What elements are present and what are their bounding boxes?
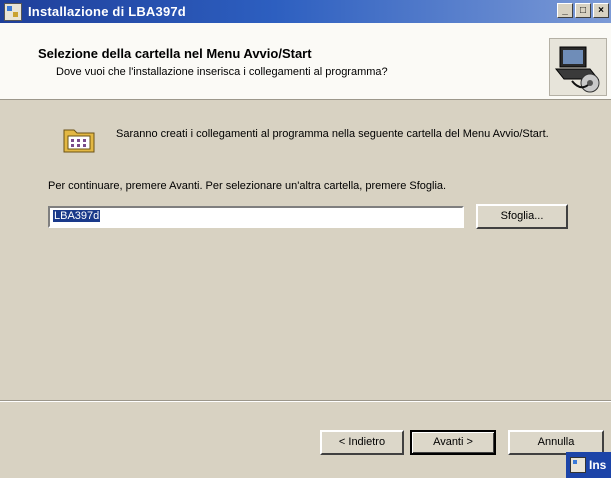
instruction-text: Per continuare, premere Avanti. Per sele…: [48, 180, 447, 192]
setup-icon: [570, 457, 586, 473]
minimize-button[interactable]: _: [557, 3, 573, 18]
back-button[interactable]: < Indietro: [320, 430, 404, 455]
wizard-body: Saranno creati i collegamenti al program…: [0, 100, 611, 400]
maximize-button[interactable]: □: [575, 3, 591, 18]
taskbar-button[interactable]: Ins: [566, 452, 611, 478]
taskbar-label: Ins: [589, 458, 607, 472]
window-controls: _ □ ×: [557, 3, 609, 18]
next-button[interactable]: Avanti >: [410, 430, 496, 455]
wizard-header: Selezione della cartella nel Menu Avvio/…: [0, 23, 611, 100]
footer-divider: [0, 400, 611, 402]
title-bar[interactable]: Installazione di LBA397d _ □ ×: [0, 0, 611, 23]
setup-icon: [4, 2, 22, 21]
page-subtitle: Dove vuoi che l'installazione inserisca …: [56, 66, 388, 78]
page-title: Selezione della cartella nel Menu Avvio/…: [38, 46, 312, 61]
folder-name-value: LBA397d: [53, 210, 101, 222]
setup-computer-icon: [549, 38, 607, 96]
browse-button[interactable]: Sfoglia...: [476, 204, 568, 229]
folder-name-input[interactable]: LBA397d: [48, 206, 464, 228]
info-text: Saranno creati i collegamenti al program…: [116, 128, 549, 140]
close-button[interactable]: ×: [593, 3, 609, 18]
folder-icon: [62, 122, 96, 156]
window-title: Installazione di LBA397d: [28, 4, 186, 19]
